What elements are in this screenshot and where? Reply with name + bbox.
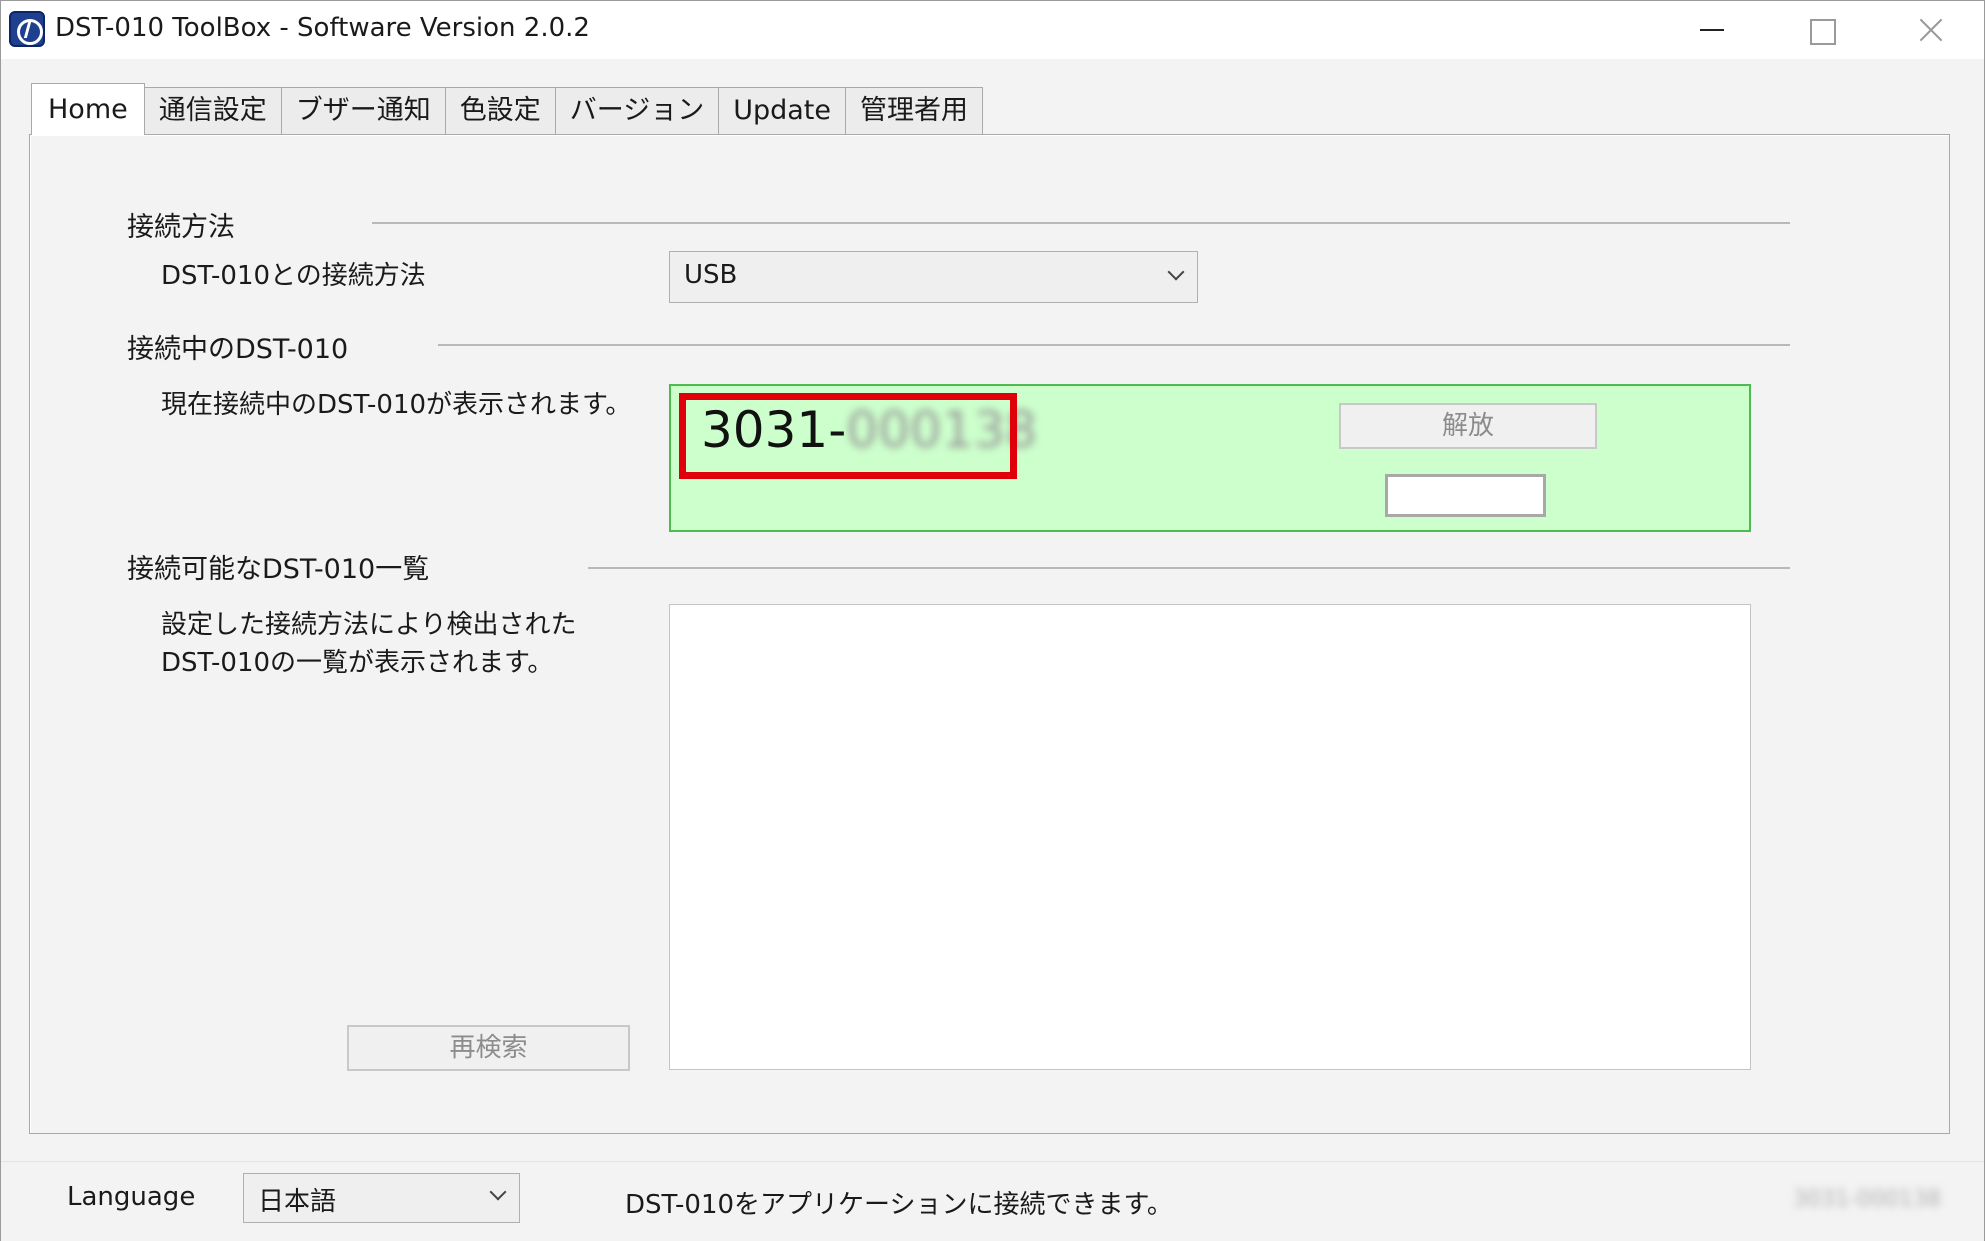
tab-admin[interactable]: 管理者用	[845, 87, 983, 135]
connection-method-label: DST-010との接続方法	[161, 261, 426, 291]
language-label: Language	[67, 1182, 196, 1212]
device-id-highlight	[679, 393, 1017, 479]
connected-device-title: 接続中のDST-010	[127, 334, 349, 365]
rescan-button[interactable]: 再検索	[347, 1025, 630, 1071]
tab-strip: Home 通信設定 ブザー通知 色設定 バージョン Update 管理者用	[31, 83, 983, 135]
section-divider	[438, 344, 1790, 346]
window-title: DST-010 ToolBox - Software Version 2.0.2	[55, 13, 590, 43]
title-bar: DST-010 ToolBox - Software Version 2.0.2	[1, 1, 1984, 59]
connected-device-description: 現在接続中のDST-010が表示されます。	[161, 390, 632, 420]
status-message: DST-010をアプリケーションに接続できます。	[625, 1190, 1173, 1220]
release-button[interactable]: 解放	[1339, 403, 1597, 449]
available-devices-title: 接続可能なDST-010一覧	[127, 554, 430, 585]
maximize-icon[interactable]	[1766, 1, 1876, 59]
tab-color-settings[interactable]: 色設定	[444, 87, 556, 135]
connection-method-select[interactable]: USB	[669, 251, 1198, 303]
tab-communication-settings[interactable]: 通信設定	[143, 87, 282, 135]
tab-version[interactable]: バージョン	[554, 87, 720, 135]
available-devices-description-2: DST-010の一覧が表示されます。	[161, 648, 554, 678]
tab-update[interactable]: Update	[718, 87, 846, 135]
connection-method-value: USB	[684, 260, 738, 290]
tab-home[interactable]: Home	[31, 83, 145, 135]
language-select[interactable]: 日本語	[243, 1173, 520, 1223]
connection-method-title: 接続方法	[127, 212, 235, 243]
section-divider	[372, 222, 1790, 224]
available-devices-list[interactable]	[669, 604, 1751, 1070]
chevron-down-icon	[1167, 263, 1185, 281]
section-divider	[588, 567, 1790, 569]
close-icon[interactable]	[1874, 1, 1984, 59]
language-value: 日本語	[258, 1187, 337, 1217]
tab-buzzer-notification[interactable]: ブザー通知	[280, 87, 446, 135]
available-devices-description-1: 設定した接続方法により検出された	[161, 610, 577, 640]
minimize-icon[interactable]	[1656, 1, 1766, 59]
chevron-down-icon	[489, 1183, 507, 1201]
app-window: DST-010 ToolBox - Software Version 2.0.2…	[0, 0, 1985, 1241]
serial-number-blurred: 3031-000138	[1793, 1187, 1941, 1212]
dst-app-icon	[9, 11, 45, 47]
device-status-field[interactable]	[1385, 474, 1546, 517]
